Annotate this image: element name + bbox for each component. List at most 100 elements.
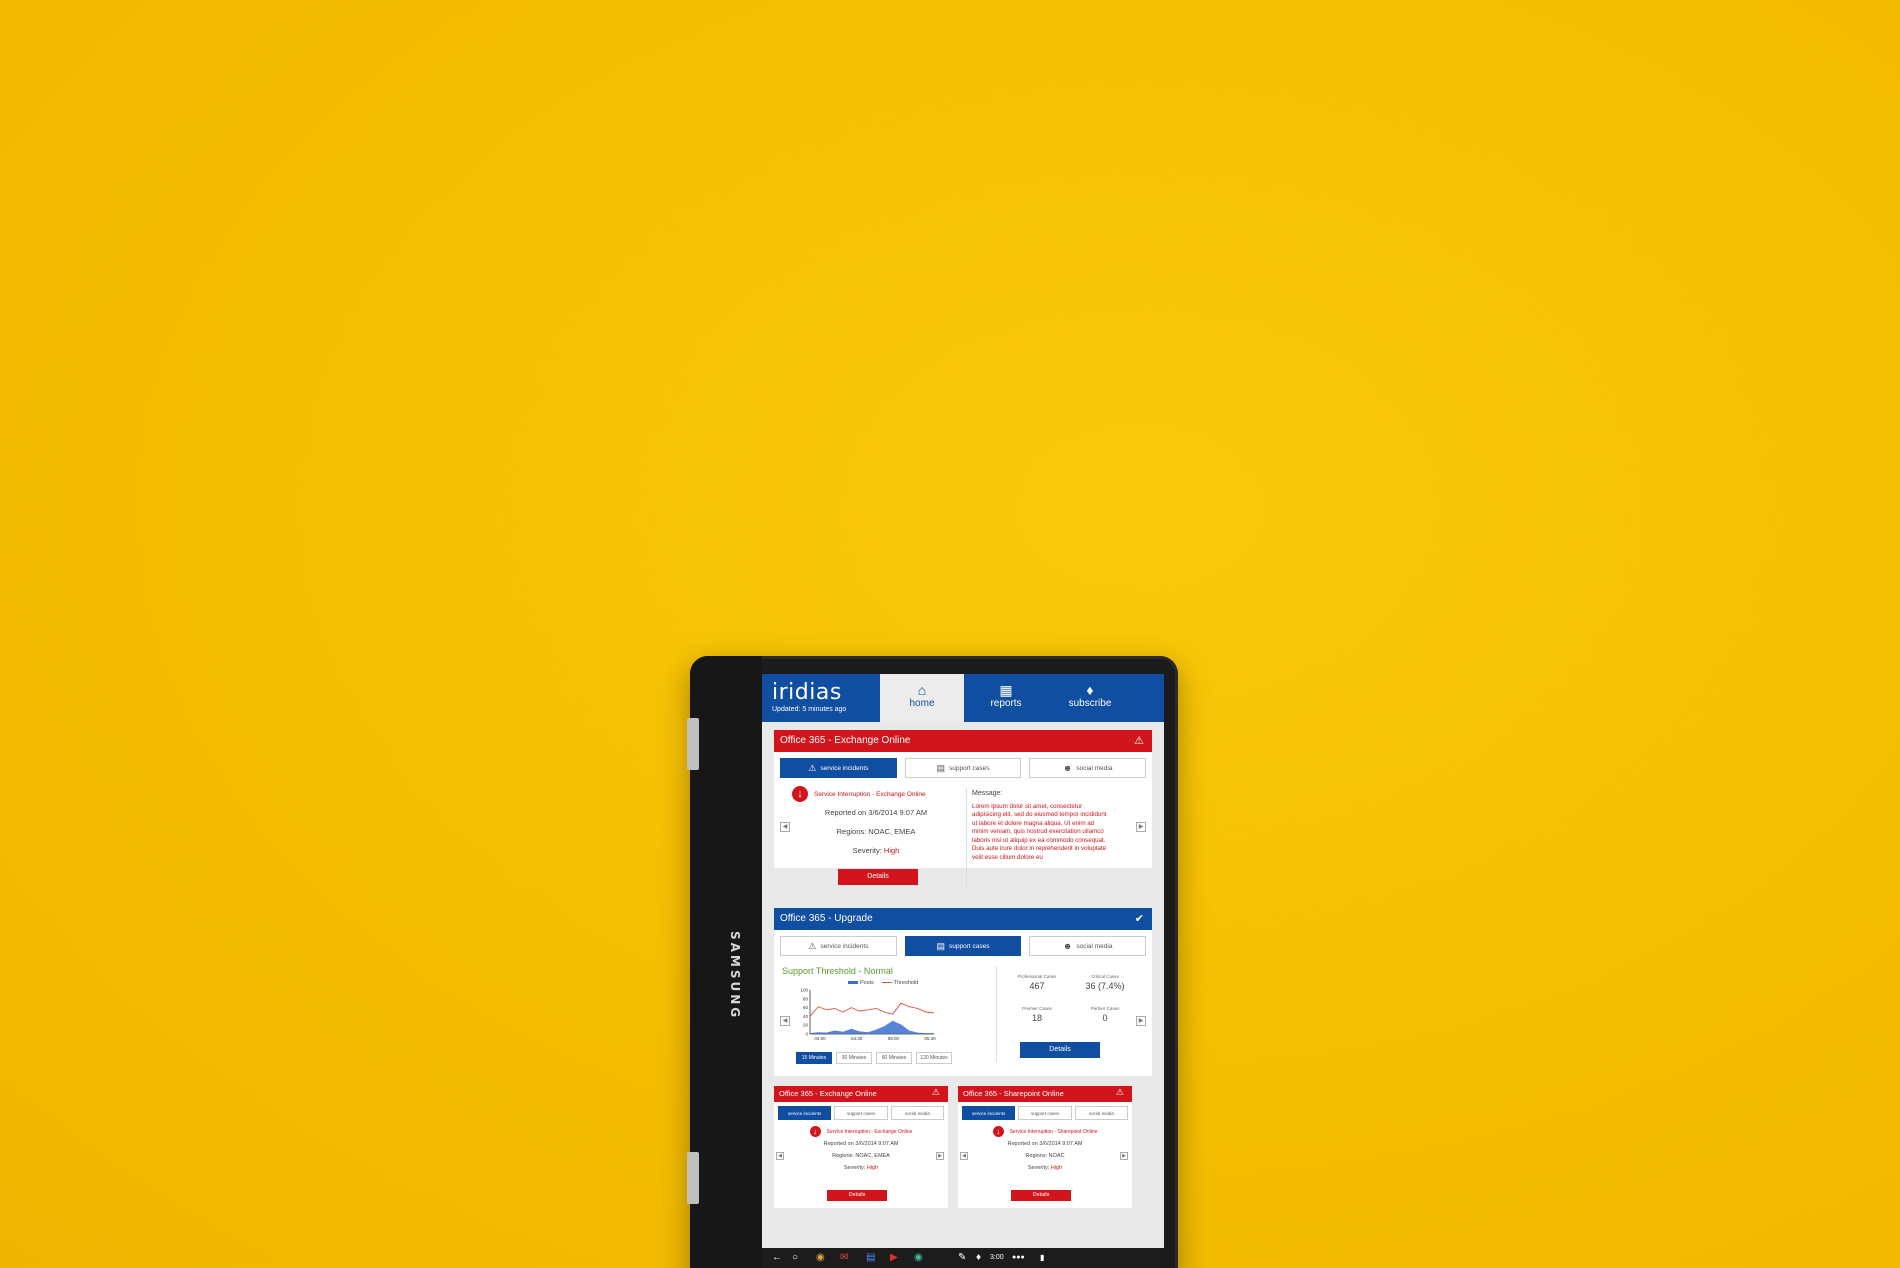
app-logo[interactable]: iridias Updated: 5 minutes ago bbox=[772, 680, 846, 713]
details-button[interactable]: Details bbox=[827, 1190, 887, 1201]
youtube-icon[interactable]: ▶ bbox=[890, 1252, 898, 1263]
tablet-device: SAMSUNG iridias Updated: 5 minutes ago ⌂… bbox=[687, 656, 1178, 1268]
docs-icon[interactable]: ▤ bbox=[866, 1252, 875, 1263]
warning-icon: ⚠ bbox=[931, 1087, 940, 1097]
nav-home[interactable]: ⌂ home bbox=[880, 674, 964, 722]
prev-arrow[interactable]: ◀ bbox=[960, 1152, 968, 1160]
card-title: Office 365 - Exchange Online bbox=[779, 1089, 877, 1098]
upgrade-card: Office 365 - Upgrade ✔ ⚠ service incident… bbox=[774, 908, 1152, 1076]
tab-service-incidents[interactable]: service incidents bbox=[962, 1106, 1016, 1120]
tab-support-cases[interactable]: ▤ support cases bbox=[904, 936, 1022, 956]
next-arrow[interactable]: ▶ bbox=[1136, 822, 1146, 832]
tab-support-cases[interactable]: support cases bbox=[1018, 1106, 1072, 1120]
main-nav: ⌂ home ▦ reports ♦ subscribe bbox=[880, 674, 1132, 722]
severity-value: High bbox=[866, 1165, 879, 1171]
time-range-button[interactable]: 120 Minutes bbox=[916, 1052, 952, 1064]
alert-icon: ⚠ bbox=[808, 762, 817, 773]
down-arrow-icon: ↓ bbox=[992, 1126, 1004, 1137]
x-tick-label: 05:00 bbox=[888, 1036, 900, 1041]
card-title: Office 365 - Exchange Online bbox=[780, 735, 911, 746]
battery-icon[interactable]: ▮ bbox=[1040, 1253, 1044, 1262]
x-tick-label: 05:30 bbox=[924, 1036, 936, 1041]
down-arrow-icon: ↓ bbox=[792, 786, 808, 802]
tab-support-cases[interactable]: support cases bbox=[834, 1106, 888, 1120]
tab-social-media[interactable]: social media bbox=[890, 1106, 944, 1120]
book-icon: ▦ bbox=[999, 682, 1013, 698]
card-header: Office 365 - Exchange Online ⚠ bbox=[774, 730, 1152, 752]
time-range-button[interactable]: 15 Minutes bbox=[796, 1052, 832, 1064]
series-posts-area bbox=[810, 1020, 934, 1034]
stat-professional-cases: Professional Cases 467 bbox=[1017, 974, 1057, 991]
incident-link[interactable]: Service Interruption - Exchange Online bbox=[814, 791, 926, 798]
tab-social-media[interactable]: social media bbox=[1074, 1106, 1128, 1120]
tab-service-incidents[interactable]: ⚠ service incidents bbox=[780, 936, 897, 956]
incident-message: Message: Lorem ipsum dolor sit amet, con… bbox=[972, 790, 1112, 862]
home-icon: ⌂ bbox=[917, 682, 927, 698]
reported-text: Reported on 3/6/2014 9:07 AM bbox=[1007, 1141, 1083, 1147]
card-tabs: ⚠ service incidents ▤ support cases ☻ socia… bbox=[774, 752, 1152, 784]
app-header: iridias Updated: 5 minutes ago ⌂ home ▦ … bbox=[762, 674, 1164, 722]
stylus-icon[interactable]: ✎ bbox=[958, 1252, 966, 1263]
time-range-button[interactable]: 30 Minutes bbox=[836, 1052, 872, 1064]
y-tick-label: 40 bbox=[803, 1014, 809, 1019]
prev-arrow[interactable]: ◀ bbox=[780, 1016, 790, 1026]
play-store-icon[interactable]: ◉ bbox=[914, 1252, 923, 1263]
prev-arrow[interactable]: ◀ bbox=[780, 822, 790, 832]
people-icon: ☻ bbox=[1062, 763, 1073, 773]
back-icon[interactable]: ← bbox=[772, 1252, 782, 1263]
incident-summary: ↓ Service Interruption - Exchange Online … bbox=[784, 1126, 938, 1171]
card-tabs: service incidents support cases social m… bbox=[774, 1102, 948, 1124]
card-header: Office 365 - Exchange Online ⚠ bbox=[774, 1086, 948, 1102]
warning-icon: ⚠ bbox=[1115, 1087, 1124, 1097]
y-tick-label: 0 bbox=[805, 1032, 808, 1037]
threshold-title: Support Threshold - Normal bbox=[782, 966, 893, 976]
next-arrow[interactable]: ▶ bbox=[1136, 1016, 1146, 1026]
card-tabs: ⚠ service incidents ▤ support cases ☻ socia… bbox=[774, 930, 1152, 962]
y-tick-label: 20 bbox=[803, 1023, 809, 1028]
details-button[interactable]: Details bbox=[1020, 1042, 1100, 1058]
y-tick-label: 80 bbox=[803, 996, 809, 1001]
device-screen: iridias Updated: 5 minutes ago ⌂ home ▦ … bbox=[762, 674, 1164, 1268]
y-tick-label: 60 bbox=[803, 1005, 809, 1010]
reported-text: Reported on 3/6/2014 9:07 AM bbox=[824, 808, 928, 817]
incident-summary: ↓ Service Interruption - Sharepoint Onlin… bbox=[968, 1126, 1122, 1171]
card-header: Office 365 - Sharepoint Online ⚠ bbox=[958, 1086, 1132, 1102]
launcher-icon[interactable]: ○ bbox=[792, 1252, 798, 1263]
tab-social-media[interactable]: ☻ social media bbox=[1029, 936, 1147, 956]
prev-arrow[interactable]: ◀ bbox=[776, 1152, 784, 1160]
incident-link[interactable]: Service Interruption - Exchange Online bbox=[827, 1129, 913, 1135]
nav-reports[interactable]: ▦ reports bbox=[964, 674, 1048, 722]
clock-text[interactable]: 3:00 bbox=[990, 1254, 1004, 1261]
card-title: Office 365 - Sharepoint Online bbox=[963, 1089, 1064, 1098]
next-arrow[interactable]: ▶ bbox=[936, 1152, 944, 1160]
details-button[interactable]: Details bbox=[1011, 1190, 1071, 1201]
gmail-icon[interactable]: ✉ bbox=[840, 1252, 848, 1263]
sharepoint-online-mini-card: Office 365 - Sharepoint Online ⚠ service… bbox=[958, 1086, 1132, 1208]
tab-support-cases[interactable]: ▤ support cases bbox=[904, 758, 1022, 778]
tab-service-incidents[interactable]: ⚠ service incidents bbox=[780, 758, 897, 778]
time-range-button[interactable]: 60 Minutes bbox=[876, 1052, 912, 1064]
support-chart: 0 20 40 60 80 100 04:00 04:30 05:00 05:30 bbox=[800, 988, 936, 1042]
people-icon: ☻ bbox=[1062, 941, 1073, 951]
next-arrow[interactable]: ▶ bbox=[1120, 1152, 1128, 1160]
incident-link[interactable]: Service Interruption - Sharepoint Online bbox=[1010, 1129, 1098, 1135]
notification-icon[interactable]: ♦ bbox=[976, 1252, 981, 1263]
device-hinge bbox=[687, 1152, 699, 1204]
nav-subscribe[interactable]: ♦ subscribe bbox=[1048, 674, 1132, 722]
nav-reports-label: reports bbox=[990, 698, 1022, 709]
divider bbox=[966, 788, 967, 888]
tab-service-incidents[interactable]: service incidents bbox=[778, 1106, 832, 1120]
message-label: Message: bbox=[972, 790, 1003, 797]
chrome-icon[interactable]: ◉ bbox=[816, 1252, 825, 1263]
severity-value: High bbox=[1050, 1165, 1063, 1171]
wifi-icon[interactable]: ●●● bbox=[1012, 1254, 1025, 1261]
device-brand: SAMSUNG bbox=[728, 931, 742, 1021]
divider bbox=[996, 966, 997, 1062]
stat-premier-cases: Premier Cases 18 bbox=[1022, 1006, 1052, 1023]
x-tick-label: 04:30 bbox=[851, 1036, 863, 1041]
warning-icon: ⚠ bbox=[1134, 735, 1144, 747]
details-button[interactable]: Details bbox=[838, 869, 918, 885]
chart-icon: ▤ bbox=[936, 762, 946, 773]
nav-subscribe-label: subscribe bbox=[1068, 698, 1112, 709]
tab-social-media[interactable]: ☻ social media bbox=[1029, 758, 1147, 778]
